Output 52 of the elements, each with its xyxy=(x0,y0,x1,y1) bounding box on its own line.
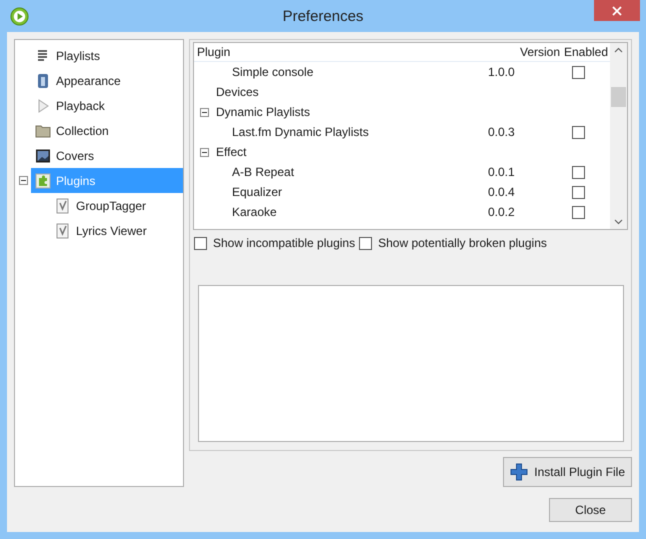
category-label[interactable]: Effect xyxy=(214,145,246,159)
option-label[interactable]: Show potentially broken plugins xyxy=(378,236,547,250)
plugin-name: Last.fm Dynamic Playlists xyxy=(231,125,370,139)
enabled-checkbox[interactable] xyxy=(572,166,584,178)
sidebar-item[interactable]: Collection xyxy=(31,118,183,143)
column-header[interactable]: Plugin xyxy=(194,45,518,59)
option-checkbox[interactable] xyxy=(194,236,207,250)
close-icon xyxy=(612,6,622,16)
scrollbar[interactable] xyxy=(610,43,627,229)
plugin-icon xyxy=(55,222,71,238)
close-dialog-button[interactable]: Close xyxy=(549,498,632,522)
sidebar-item[interactable]: Covers xyxy=(31,143,183,168)
close-button[interactable] xyxy=(594,0,640,21)
paint-tube-icon xyxy=(35,72,51,88)
picture-icon xyxy=(35,148,51,164)
enabled-checkbox[interactable] xyxy=(572,66,584,78)
scroll-down-icon[interactable] xyxy=(614,219,623,225)
plugin-version: 0.0.2 xyxy=(488,205,516,219)
plugin-version: 1.0.0 xyxy=(488,65,516,79)
option-label[interactable]: Show incompatible plugins xyxy=(213,236,356,250)
plugin-name: Equalizer xyxy=(231,185,284,199)
enabled-checkbox[interactable] xyxy=(572,206,584,218)
scroll-up-icon[interactable] xyxy=(614,47,623,53)
sidebar-item[interactable]: Appearance xyxy=(31,68,183,93)
collapse-icon[interactable] xyxy=(200,148,208,156)
plugin-name: Karaoke xyxy=(231,205,278,219)
puzzle-icon xyxy=(35,172,51,188)
plugin-icon xyxy=(55,198,71,214)
column-header[interactable]: Version xyxy=(518,45,562,59)
plugin-version: 0.0.1 xyxy=(488,165,516,179)
sidebar-item[interactable]: Lyrics Viewer xyxy=(51,218,183,243)
sidebar-item[interactable]: Playback xyxy=(31,93,183,118)
enabled-checkbox[interactable] xyxy=(572,186,584,198)
app-play-icon xyxy=(10,6,29,26)
plugin-version: 0.0.4 xyxy=(488,185,516,199)
scrollbar-thumb[interactable] xyxy=(611,87,626,107)
plugin-version: 0.0.3 xyxy=(488,125,516,139)
collapse-icon[interactable] xyxy=(18,176,28,185)
category-label[interactable]: Devices xyxy=(214,85,259,99)
window-title: Preferences xyxy=(282,8,364,24)
collapse-icon[interactable] xyxy=(200,108,208,116)
sidebar-item[interactable]: Playlists xyxy=(31,43,183,68)
plus-icon xyxy=(510,463,528,481)
folder-icon xyxy=(35,122,51,138)
column-header[interactable]: Enabled xyxy=(562,45,610,59)
install-plugin-button[interactable]: Install Plugin File xyxy=(503,457,632,487)
sidebar-item[interactable]: GroupTagger xyxy=(51,193,183,218)
plugin-name: A-B Repeat xyxy=(231,165,296,179)
option-checkbox[interactable] xyxy=(359,236,372,250)
plugin-name: Simple console xyxy=(231,65,314,79)
category-label[interactable]: Dynamic Playlists xyxy=(214,105,310,119)
enabled-checkbox[interactable] xyxy=(572,126,584,138)
